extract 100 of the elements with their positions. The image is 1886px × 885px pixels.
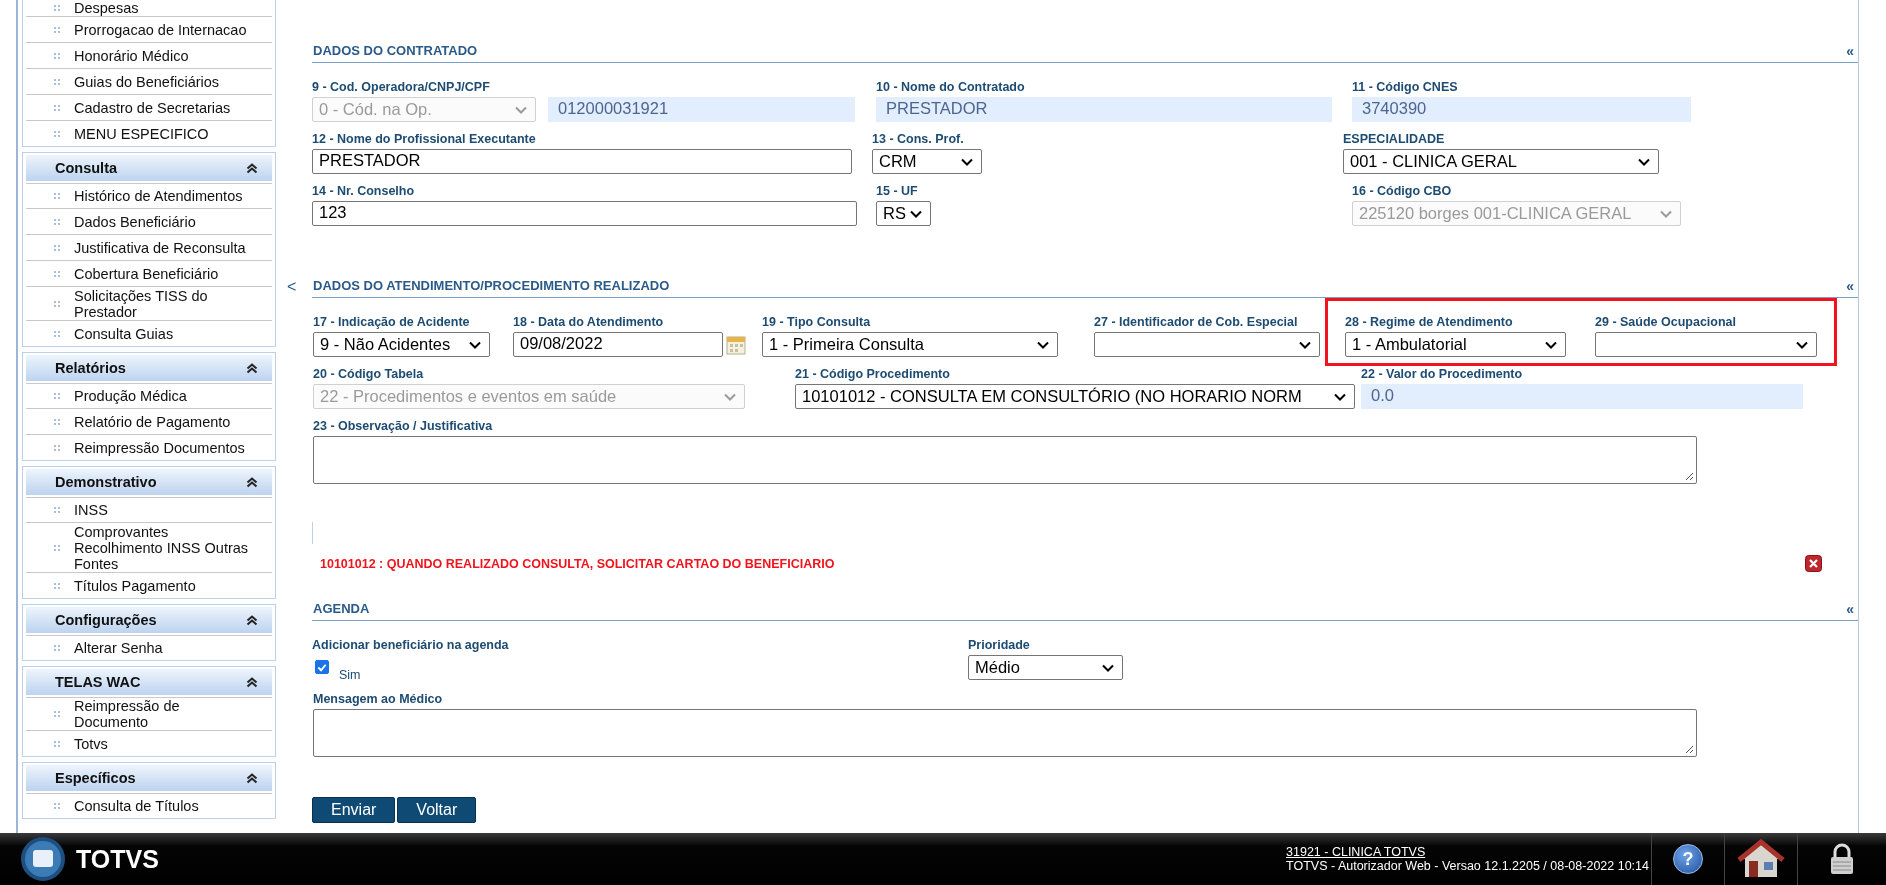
- menu-item[interactable]: Totvs: [74, 736, 256, 752]
- menu-item[interactable]: Dados Beneficiário: [74, 214, 256, 230]
- section-title: DADOS DO ATENDIMENTO/PROCEDIMENTO REALIZADO: [313, 278, 670, 293]
- dropdown[interactable]: 9 - Não Acidentes: [313, 332, 490, 357]
- checkbox[interactable]: [315, 660, 329, 674]
- dropdown[interactable]: 1 - Ambulatorial: [1345, 332, 1566, 357]
- menu-group-title: Consulta: [55, 160, 118, 176]
- field-label: 12 - Nome do Profissional Executante: [312, 132, 537, 147]
- menu-item[interactable]: Consulta Guias: [74, 326, 256, 342]
- section-title: DADOS DO CONTRATADO: [313, 43, 478, 58]
- collapse-icon[interactable]: [246, 614, 258, 626]
- menu-item[interactable]: Despesas: [74, 0, 256, 16]
- home-icon[interactable]: [1737, 839, 1785, 879]
- field-label: 20 - Código Tabela: [313, 367, 425, 382]
- collapse-icon[interactable]: [246, 162, 258, 174]
- dropdown[interactable]: [1595, 332, 1817, 357]
- menu-item[interactable]: Produção Médica: [74, 388, 256, 404]
- text-field[interactable]: 123: [312, 201, 857, 226]
- collapse-icon[interactable]: [246, 362, 258, 374]
- text-field[interactable]: PRESTADOR: [312, 149, 852, 174]
- menu-item[interactable]: Honorário Médico: [74, 48, 256, 64]
- menu-group-title: Demonstrativo: [55, 474, 157, 490]
- field-label: 19 - Tipo Consulta: [762, 315, 872, 330]
- chevron-icon: [1660, 209, 1672, 218]
- field-label: 9 - Cod. Operadora/CNPJ/CPF: [312, 80, 491, 95]
- brand-name: TOTVS: [76, 844, 159, 874]
- section-toggle[interactable]: «: [1846, 44, 1854, 58]
- collapse-icon[interactable]: [246, 772, 258, 784]
- bullet-icon: [54, 219, 60, 225]
- dropdown[interactable]: 001 - CLINICA GERAL: [1343, 149, 1659, 174]
- menu-group-header[interactable]: TELAS WAC: [26, 669, 272, 697]
- dropdown[interactable]: RS: [876, 201, 931, 226]
- menu-item[interactable]: Consulta de Títulos: [74, 798, 256, 814]
- checkbox-label: Sim: [339, 668, 361, 682]
- collapse-sidebar-button[interactable]: <: [287, 278, 297, 296]
- bullet-icon: [54, 271, 60, 277]
- chevron-icon: [910, 209, 922, 218]
- section-toggle[interactable]: «: [1846, 279, 1854, 293]
- menu-group-header[interactable]: Configurações: [26, 607, 272, 635]
- bullet-icon: [54, 419, 60, 425]
- menu-item[interactable]: Histórico de Atendimentos: [74, 188, 256, 204]
- menu-item[interactable]: Guias do Beneficiários: [74, 74, 256, 90]
- menu-item[interactable]: Cadastro de Secretarias: [74, 100, 256, 116]
- field-label: 29 - Saúde Ocupacional: [1595, 315, 1737, 330]
- resize-grip-icon[interactable]: [1685, 745, 1694, 754]
- dropdown[interactable]: 1 - Primeira Consulta: [762, 332, 1058, 357]
- menu-group-header[interactable]: Consulta: [26, 155, 272, 183]
- bullet-icon: [54, 741, 60, 747]
- menu-group-header[interactable]: Relatórios: [26, 355, 272, 383]
- bullet-icon: [54, 645, 60, 651]
- date-field[interactable]: 09/08/2022: [513, 332, 723, 357]
- chevron-icon: [469, 340, 481, 349]
- menu-item[interactable]: Relatório de Pagamento: [74, 414, 256, 430]
- chevron-icon: [1638, 157, 1650, 166]
- field-label: 23 - Observação / Justificativa: [313, 419, 494, 434]
- bullet-icon: [54, 507, 60, 513]
- form-button[interactable]: Voltar: [397, 797, 477, 823]
- bullet-icon: [54, 583, 60, 589]
- bullet-icon: [54, 53, 60, 59]
- menu-item[interactable]: Títulos Pagamento: [74, 578, 256, 594]
- field-label: 21 - Código Procedimento: [795, 367, 951, 382]
- bullet-icon: [54, 105, 60, 111]
- readonly-field: 0.0: [1361, 384, 1803, 409]
- field-label: 11 - Código CNES: [1352, 80, 1459, 95]
- menu-item[interactable]: Solicitações TISS do Prestador: [74, 288, 256, 320]
- dropdown[interactable]: Médio: [968, 655, 1123, 680]
- menu-group-title: Configurações: [55, 612, 157, 628]
- chevron-icon: [1037, 340, 1049, 349]
- menu-item[interactable]: INSS: [74, 502, 256, 518]
- bullet-icon: [54, 545, 60, 551]
- text-area[interactable]: [313, 436, 1697, 484]
- menu-group-header[interactable]: Específicos: [26, 765, 272, 793]
- close-icon[interactable]: [1805, 555, 1822, 572]
- field-label: 14 - Nr. Conselho: [312, 184, 416, 199]
- menu-item[interactable]: Cobertura Beneficiário: [74, 266, 256, 282]
- dropdown[interactable]: 10101012 - CONSULTA EM CONSULTÓRIO (NO HORARIO NORM: [795, 384, 1355, 409]
- menu-item[interactable]: Reimpressão de Documento: [74, 698, 256, 730]
- menu-item[interactable]: MENU ESPECIFICO: [74, 126, 256, 142]
- resize-grip-icon[interactable]: [1685, 472, 1694, 481]
- collapse-icon[interactable]: [246, 476, 258, 488]
- dropdown[interactable]: [1094, 332, 1320, 357]
- bullet-icon: [54, 5, 60, 11]
- menu-group-title: Relatórios: [55, 360, 126, 376]
- collapse-icon[interactable]: [246, 676, 258, 688]
- dropdown[interactable]: CRM: [872, 149, 982, 174]
- menu-item[interactable]: Reimpressão Documentos: [74, 440, 256, 456]
- menu-group-header[interactable]: Demonstrativo: [26, 469, 272, 497]
- bullet-icon: [54, 331, 60, 337]
- menu-item[interactable]: Comprovantes Recolhimento INSS Outras Fontes: [74, 524, 256, 572]
- menu-item[interactable]: Alterar Senha: [74, 640, 256, 656]
- chevron-icon: [1545, 340, 1557, 349]
- text-area[interactable]: [313, 709, 1697, 757]
- lock-icon[interactable]: [1829, 843, 1855, 875]
- readonly-field: 3740390: [1352, 97, 1691, 122]
- section-toggle[interactable]: «: [1846, 602, 1854, 616]
- form-button[interactable]: Enviar: [312, 797, 396, 823]
- error-message: 10101012 : QUANDO REALIZADO CONSULTA, SOLICITAR CARTAO DO BENEFICIARIO: [320, 556, 835, 571]
- menu-item[interactable]: Prorrogacao de Internacao: [74, 22, 256, 38]
- menu-item[interactable]: Justificativa de Reconsulta: [74, 240, 256, 256]
- user-link[interactable]: 31921 - CLINICA TOTVS: [1286, 845, 1649, 859]
